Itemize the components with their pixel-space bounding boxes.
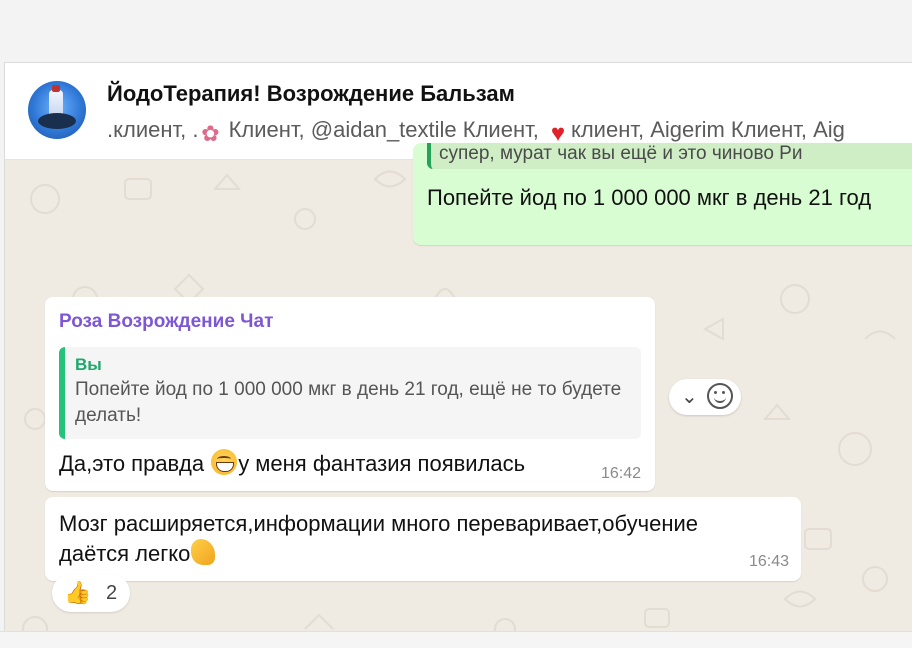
message-text-line-2: даётся легко [59,539,216,569]
incoming-message[interactable]: Мозг расширяется,информации много перева… [45,497,801,581]
group-members-list[interactable]: .клиент, . ✿ Клиент, @aidan_textile Клиен… [107,117,912,146]
reaction-badge[interactable]: 👍 2 [52,574,130,612]
quoted-message[interactable]: Вы Попейте йод по 1 000 000 мкг в день 2… [59,347,641,439]
group-title[interactable]: ЙодоТерапия! Возрождение Бальзам [107,81,515,107]
members-text-2: Клиент, @aidan_textile Клиент, [222,117,545,142]
smile-icon[interactable] [707,383,733,409]
grinning-emoji-icon [211,449,238,475]
quoted-text: Попейте йод по 1 000 000 мкг в день 21 г… [75,379,622,426]
members-text-1: .клиент, . [107,117,199,142]
chat-window: ЙодоТерапия! Возрождение Бальзам .клиент… [4,62,912,648]
reply-text-end: у меня фантазия появилась [238,451,526,476]
outgoing-message-text: Попейте йод по 1 000 000 мкг в день 21 г… [427,185,872,210]
window-title-bar [0,0,912,62]
message-actions-pill[interactable]: ⌄ [669,379,741,415]
message-time: 16:43 [749,553,790,570]
sender-name[interactable]: Роза Возрождение Чат [59,311,273,333]
members-text-3: клиент, Aigerim Клиент, Aig [570,117,845,142]
flexed-biceps-emoji-icon [191,539,216,565]
composer-bar[interactable] [0,631,912,648]
flower-emoji-icon: ✿ [201,121,220,146]
avatar-leaf-shape [38,113,76,129]
message-text-line-2-text: даётся легко [59,541,191,566]
chevron-down-icon[interactable]: ⌄ [681,384,698,409]
avatar-cap-shape [52,85,60,92]
outgoing-message[interactable]: супер, мурат чак вы ещё и это чиново Ри … [413,143,912,245]
thumbs-up-icon: 👍 [64,580,92,605]
group-avatar[interactable] [28,81,86,139]
heart-emoji-icon: ♥ [550,120,566,146]
reaction-count: 2 [106,582,118,604]
incoming-reply-message[interactable]: Роза Возрождение Чат Вы Попейте йод по 1… [45,297,655,491]
outgoing-quote-fragment: супер, мурат чак вы ещё и это чиново Ри [427,143,912,169]
quoted-author: Вы [75,355,102,374]
reply-text-start: Да,это правда [59,451,211,476]
reply-text: Да,это правда у меня фантазия появилась [59,449,525,479]
message-text-line-1: Мозг расширяется,информации много перева… [59,511,698,536]
message-time: 16:42 [601,465,642,482]
